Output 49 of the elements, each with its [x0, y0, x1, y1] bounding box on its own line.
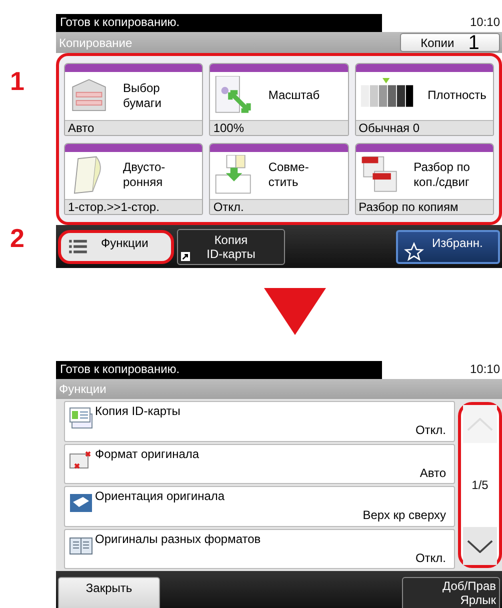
status-message: Готов к копированию. — [56, 361, 382, 379]
functions-button[interactable]: Функции — [58, 230, 174, 264]
down-arrow-icon — [264, 288, 326, 335]
tile-value: Откл. — [210, 199, 348, 214]
function-tile[interactable]: Плотность Обычная 0 — [354, 63, 494, 136]
tile-value: Обычная 0 — [356, 120, 493, 134]
callout-number: 1 — [10, 68, 24, 94]
tile-value: Авто — [65, 120, 202, 134]
copies-button[interactable]: Копии 1 — [400, 33, 500, 52]
status-message: Готов к копированию. — [56, 14, 382, 32]
function-value: Откл. — [415, 423, 446, 437]
function-name: Формат оригинала — [95, 446, 200, 460]
favorites-button[interactable]: Избранн. — [396, 230, 500, 264]
function-list-item[interactable]: Формат оригинала Авто — [64, 444, 455, 484]
function-value: Верх кр сверху — [362, 508, 446, 522]
clock-time: 10:10 — [468, 14, 501, 31]
callout-number: 2 — [10, 225, 24, 251]
id-card-icon — [69, 407, 93, 429]
function-value: Откл. — [415, 550, 446, 564]
function-tile[interactable]: Разбор по коп./сдвиг Разбор по копиям — [354, 142, 494, 215]
function-list-item[interactable]: Оригиналы разных форматов Откл. — [64, 528, 455, 569]
function-name: Копия ID-карты — [95, 404, 180, 418]
scanner-document-icon — [69, 492, 93, 514]
list-icon — [69, 238, 87, 254]
function-list-item[interactable]: Ориентация оригинала Верх кр сверху — [64, 486, 455, 526]
screen-title: Копирование — [59, 36, 132, 50]
tile-value: Разбор по копиям — [356, 199, 493, 214]
scroll-down-button[interactable] — [463, 527, 497, 565]
screen-title: Функции — [59, 382, 106, 396]
shortcut-icon — [181, 252, 190, 260]
function-tile[interactable]: Двусто-ронняя 1-стор.>>1-стор. — [64, 142, 204, 215]
tile-value: 1-стор.>>1-стор. — [65, 199, 202, 214]
function-tile[interactable]: Масштаб 100% — [209, 63, 349, 136]
book-pages-icon — [69, 534, 93, 556]
function-tile[interactable]: Выбор бумаги Авто — [64, 63, 204, 136]
shortcut-button[interactable]: Доб/Прав Ярлык — [402, 577, 500, 608]
down-chevron-icon — [467, 540, 493, 552]
function-list-item[interactable]: Копия ID-карты Откл. — [64, 401, 455, 442]
page-indicator: 1/5 — [472, 478, 488, 492]
function-tile[interactable]: Совме-стить Откл. — [209, 142, 349, 215]
star-icon — [404, 242, 424, 262]
function-name: Ориентация оригинала — [95, 489, 225, 503]
document-error-icon — [69, 450, 93, 472]
close-button[interactable]: Закрыть — [58, 577, 160, 608]
function-value: Авто — [420, 466, 446, 480]
clock-time: 10:10 — [468, 361, 501, 378]
tile-value: 100% — [210, 120, 348, 134]
id-card-copy-button[interactable]: Копия ID-карты — [177, 228, 285, 264]
function-name: Оригиналы разных форматов — [95, 532, 261, 546]
